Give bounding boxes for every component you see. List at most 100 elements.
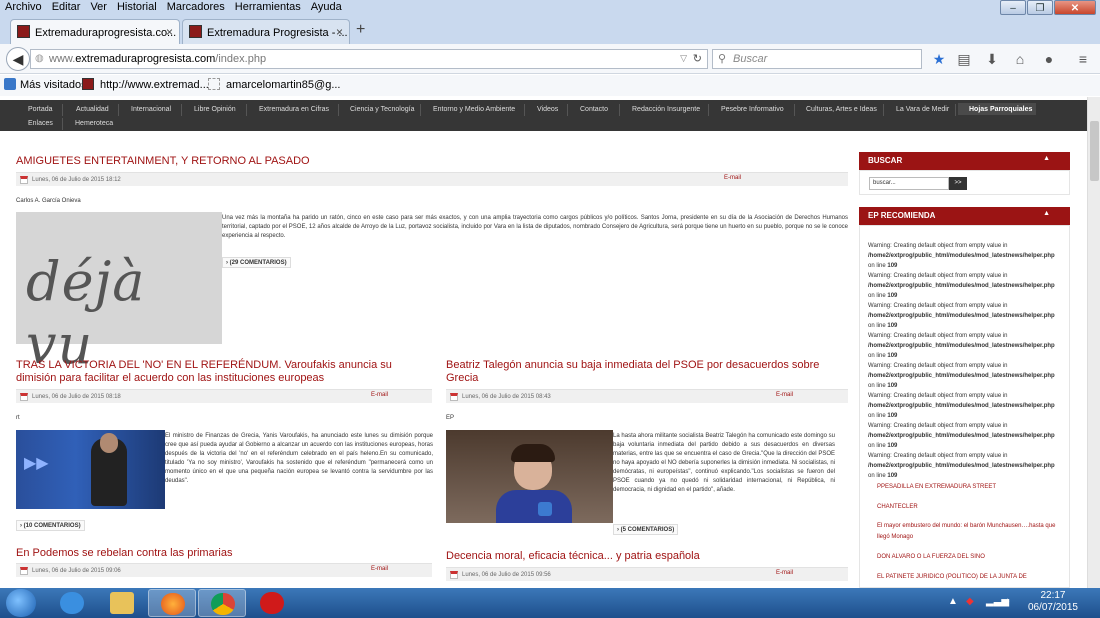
- sidebar-link[interactable]: PPESADILLA EN EXTREMADURA STREET: [877, 482, 1062, 493]
- sidebar-link[interactable]: CHANTECLER: [877, 502, 1062, 513]
- system-clock[interactable]: 22:17 06/07/2015: [1028, 590, 1078, 614]
- article-title[interactable]: Decencia moral, eficacia técnica... y pa…: [446, 550, 846, 563]
- address-bar[interactable]: ◍ www.extremaduraprogresista.com/index.p…: [30, 49, 708, 69]
- nav-hojas-parroquiales[interactable]: Hojas Parroquiales: [969, 106, 1032, 113]
- nav-actualidad[interactable]: Actualidad: [76, 106, 109, 113]
- search-input[interactable]: ⚲ Buscar: [712, 49, 922, 69]
- sidebar-link[interactable]: EL PATINETE JURIDICO (POLITICO) DE LA JU…: [877, 572, 1062, 583]
- bookmark-star-icon[interactable]: ★: [930, 50, 948, 68]
- volume-icon[interactable]: ♪: [1005, 596, 1010, 607]
- email-link[interactable]: E-mail: [371, 566, 388, 572]
- nav-contacto[interactable]: Contacto: [580, 106, 608, 113]
- folder-icon: [110, 592, 134, 614]
- warning-text: Warning: Creating default object from em…: [868, 273, 1008, 279]
- taskbar-explorer[interactable]: [98, 589, 146, 617]
- menu-ver[interactable]: Ver: [85, 0, 112, 13]
- warning-on-line: on line: [868, 323, 888, 329]
- bookmark-email[interactable]: amarcelomartin85@g...: [226, 79, 341, 91]
- maximize-button[interactable]: ❐: [1027, 0, 1053, 15]
- close-window-button[interactable]: ✕: [1054, 0, 1096, 15]
- warning-path: /home2/extprog/public_html/modules/mod_l…: [868, 253, 1055, 259]
- nav-redaccion-insurgente[interactable]: Redacción Insurgente: [632, 106, 700, 113]
- calendar-icon: [450, 571, 458, 579]
- warning-line: 109: [887, 473, 898, 479]
- email-link[interactable]: E-mail: [776, 392, 793, 398]
- sidebar-search-input[interactable]: buscar...: [869, 177, 949, 190]
- new-tab-button[interactable]: +: [356, 21, 365, 39]
- nav-portada[interactable]: Portada: [28, 106, 53, 113]
- collapse-icon[interactable]: ▲: [1043, 210, 1050, 217]
- taskbar-opera[interactable]: [248, 589, 296, 617]
- nav-videos[interactable]: Videos: [537, 106, 558, 113]
- menu-editar[interactable]: Editar: [47, 0, 86, 13]
- scrollbar-thumb[interactable]: [1090, 121, 1099, 181]
- email-link[interactable]: E-mail: [724, 175, 741, 181]
- nav-pesebre-informativo[interactable]: Pesebre Informativo: [721, 106, 784, 113]
- recommend-module-header: EP RECOMIENDA ▲: [859, 207, 1070, 225]
- bookmarks-list-icon[interactable]: ▤: [955, 50, 973, 68]
- menu-bar: Archivo Editar Ver Historial Marcadores Herra…: [0, 0, 1100, 16]
- menu-ayuda[interactable]: Ayuda: [306, 0, 347, 13]
- back-button[interactable]: ◀: [6, 47, 30, 71]
- menu-hamburger-icon[interactable]: ≡: [1074, 50, 1092, 68]
- tab-close-icon[interactable]: ×: [166, 25, 173, 39]
- tab-extremaduraprogresista-2[interactable]: Extremadura Progresista - ... ×: [182, 19, 350, 44]
- warning-line: 109: [887, 263, 898, 269]
- nav-la-vara-de-medir[interactable]: La Vara de Medir: [896, 106, 949, 113]
- bookmark-extremad[interactable]: http://www.extremad...: [100, 79, 209, 91]
- start-button[interactable]: [6, 589, 36, 617]
- php-warning: Warning: Creating default object from em…: [868, 421, 1063, 451]
- tab-label: Extremaduraprogresista.co...: [35, 27, 177, 39]
- sidebar-link[interactable]: DON ALVARO O LA FUERZA DEL SINO: [877, 552, 1062, 563]
- taskbar-firefox[interactable]: [148, 589, 196, 617]
- tab-close-icon[interactable]: ×: [336, 25, 343, 39]
- nav-entorno-medio-ambiente[interactable]: Entorno y Medio Ambiente: [433, 106, 515, 113]
- comments-link[interactable]: › (5 COMENTARIOS): [613, 524, 679, 535]
- nav-enlaces[interactable]: Enlaces: [28, 120, 53, 127]
- reload-icon[interactable]: ↻: [693, 52, 702, 65]
- comments-link[interactable]: › (10 COMENTARIOS): [16, 520, 85, 531]
- warning-line: 109: [887, 353, 898, 359]
- article-title[interactable]: TRAS LA VICTORIA DEL 'NO' EN EL REFERÉND…: [16, 359, 430, 385]
- home-icon[interactable]: ⌂: [1011, 50, 1029, 68]
- email-link[interactable]: E-mail: [371, 392, 388, 398]
- nav-extremadura-en-cifras[interactable]: Extremadura en Cifras: [259, 106, 329, 113]
- sidebar-link[interactable]: El mayor embustero del mundo: el barón M…: [877, 521, 1062, 543]
- warning-line: 109: [887, 323, 898, 329]
- tab-extremaduraprogresista-1[interactable]: Extremaduraprogresista.co... ×: [10, 19, 180, 44]
- warning-on-line: on line: [868, 263, 888, 269]
- page-scrollbar[interactable]: [1087, 97, 1100, 588]
- menu-herramientas[interactable]: Herramientas: [230, 0, 306, 13]
- tray-expand-icon[interactable]: ▲: [948, 596, 958, 607]
- nav-ciencia-tecnologia[interactable]: Ciencia y Tecnología: [350, 106, 414, 113]
- article-title[interactable]: En Podemos se rebelan contra las primari…: [16, 547, 430, 560]
- sidebar-search-button[interactable]: >>: [949, 177, 967, 190]
- article-meta: Lunes, 06 de Julio de 2015 08:18 E-mail: [16, 389, 432, 403]
- tray-app-icon[interactable]: ◆: [966, 596, 974, 607]
- dejavu-image[interactable]: déjà vu: [16, 212, 222, 376]
- nav-hemeroteca[interactable]: Hemeroteca: [75, 120, 113, 127]
- menu-archivo[interactable]: Archivo: [0, 0, 47, 13]
- collapse-icon[interactable]: ▲: [1043, 155, 1050, 162]
- chat-icon[interactable]: ●: [1040, 50, 1058, 68]
- nav-internacional[interactable]: Internacional: [131, 106, 171, 113]
- dropdown-arrow-icon[interactable]: ▽: [680, 53, 687, 64]
- nav-culturas-artes-ideas[interactable]: Culturas, Artes e Ideas: [806, 106, 877, 113]
- varoufakis-image[interactable]: ▶▶: [16, 430, 165, 509]
- article-title[interactable]: Beatriz Talegón anuncia su baja inmediat…: [446, 359, 846, 385]
- taskbar-ie[interactable]: [48, 589, 96, 617]
- bookmark-mas-visitados[interactable]: Más visitados: [20, 79, 87, 91]
- article-title[interactable]: AMIGUETES ENTERTAINMENT, Y RETORNO AL PA…: [16, 155, 836, 168]
- menu-historial[interactable]: Historial: [112, 0, 162, 13]
- bookmarks-bar: Más visitados http://www.extremad... ama…: [0, 75, 1100, 96]
- taskbar-chrome[interactable]: [198, 589, 246, 617]
- nav-libre-opinion[interactable]: Libre Opinión: [194, 106, 236, 113]
- globe-icon: ◍: [35, 53, 44, 64]
- download-icon[interactable]: ⬇: [983, 50, 1001, 68]
- menu-marcadores[interactable]: Marcadores: [162, 0, 230, 13]
- most-visited-icon: [4, 78, 16, 90]
- comments-link[interactable]: › (29 COMENTARIOS): [222, 257, 291, 268]
- email-link[interactable]: E-mail: [776, 570, 793, 576]
- minimize-button[interactable]: –: [1000, 0, 1026, 15]
- talegon-image[interactable]: [446, 430, 613, 523]
